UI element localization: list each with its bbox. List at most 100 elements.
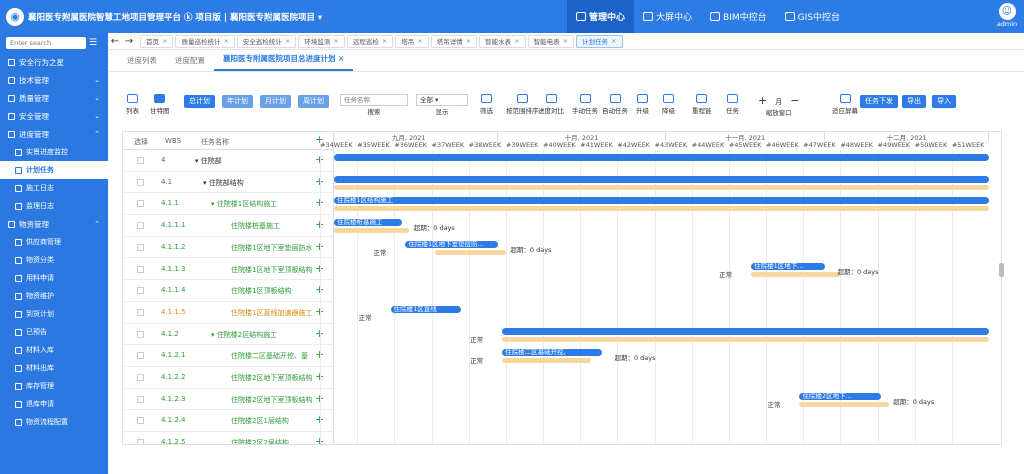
close-icon[interactable]: × [514, 37, 519, 45]
table-row[interactable]: 4.1.2.2住院楼2区地下室顶板结构+ [123, 367, 333, 389]
row-checkbox[interactable] [137, 352, 144, 360]
filter-button[interactable]: 筛选 [480, 94, 493, 115]
nav-management-center[interactable]: 管理中心 [567, 0, 635, 33]
total-plan-button[interactable]: 总计划 [184, 95, 215, 108]
task-bar[interactable] [502, 327, 989, 335]
row-checkbox[interactable] [137, 243, 144, 251]
auto-task-button[interactable]: 自动任务 [602, 94, 628, 115]
table-row[interactable]: 4.1.1.5住院楼1区直线加速器施工+ [123, 302, 333, 324]
row-checkbox[interactable] [137, 222, 144, 230]
week-plan-button[interactable]: 周计划 [298, 95, 329, 108]
upgrade-button[interactable]: 升级 [636, 94, 649, 115]
nav-screen-center[interactable]: 大屏中心 [634, 0, 701, 33]
sidebar-item[interactable]: 物资分类 [0, 251, 108, 269]
task-bar[interactable]: 住院楼1区地下... [751, 262, 826, 270]
close-icon[interactable]: × [333, 37, 338, 45]
downgrade-button[interactable]: 降级 [662, 94, 675, 115]
zoom-in-button[interactable]: + [758, 94, 767, 107]
table-row[interactable]: 4.1.2.4住院楼2区1层结构+ [123, 410, 333, 433]
row-checkbox[interactable] [137, 178, 144, 186]
sidebar-item[interactable]: 技术管理 ⌄ [0, 71, 108, 89]
tab-item[interactable]: 质量巡检统计 × [175, 34, 235, 48]
row-checkbox[interactable] [137, 330, 144, 338]
sidebar-item[interactable]: 库存管理 [0, 377, 108, 395]
tab-item[interactable]: 塔吊详情 × [430, 34, 478, 48]
table-row[interactable]: 4.1.2.3住院楼2区地下室顶板结构+ [123, 389, 333, 411]
tab-item[interactable]: 环境监测 × [298, 34, 345, 48]
tab-item[interactable]: 安全巡检统计 × [236, 34, 297, 48]
close-icon[interactable]: × [162, 37, 167, 45]
tab-item[interactable]: 智能水表 × [479, 34, 526, 48]
tab-item[interactable]: 计划任务 × [576, 34, 623, 48]
gantt-view-button[interactable]: 甘特图 [150, 94, 170, 115]
tab-item[interactable]: 首页 × [140, 34, 174, 48]
forward-arrow-icon[interactable]: → [122, 36, 136, 47]
task-bar[interactable] [334, 175, 989, 183]
table-row[interactable]: 4.1.1.2住院楼1区地下室垫层防水+ [123, 237, 333, 259]
sidebar-item[interactable]: 已预告 [0, 323, 108, 341]
back-arrow-icon[interactable]: ← [108, 36, 122, 47]
sidebar-item[interactable]: 监理日志 [0, 197, 108, 215]
close-icon[interactable]: × [223, 37, 228, 45]
sort-button[interactable]: 按范围排序 [506, 94, 539, 115]
table-row[interactable]: 4.1.1.3住院楼1区地下室顶板结构+ [123, 259, 333, 281]
task-name-cell[interactable]: 住院楼1区直线加速器施工 [231, 308, 312, 318]
dispatch-task-button[interactable]: 任务下发 [860, 95, 898, 108]
task-bar[interactable] [334, 154, 989, 161]
fit-screen-button[interactable]: 适应屏幕 [832, 94, 858, 115]
row-checkbox[interactable] [137, 287, 144, 295]
task-name-cell[interactable]: 住院楼2区地下室顶板结构 [231, 395, 312, 405]
task-name-cell[interactable]: 住院楼二区基础开挖、基 [231, 351, 308, 361]
sidebar-item[interactable]: 进度管理 ⌃ [0, 125, 108, 143]
task-name-cell[interactable]: ▾ 住院部 [195, 156, 222, 166]
close-icon[interactable]: × [563, 37, 568, 45]
row-checkbox[interactable] [137, 374, 144, 381]
task-name-cell[interactable]: 住院楼1区地下室顶板结构 [231, 265, 312, 275]
table-row[interactable]: 4.1.2▾ 住院楼2区结构施工+ [123, 324, 333, 346]
compare-button[interactable]: 进度对比 [538, 94, 564, 115]
sidebar-item[interactable]: 退库申请 [0, 395, 108, 413]
task-name-cell[interactable]: 住院楼1区顶板结构 [231, 286, 291, 296]
row-checkbox[interactable] [137, 395, 144, 403]
sidebar-item[interactable]: 施工日志 [0, 179, 108, 197]
sidebar-item[interactable]: 用料申请 [0, 269, 108, 287]
tab-master-schedule[interactable]: 襄阳医专附属医院项目总进度计划 × [214, 53, 354, 71]
sidebar-item[interactable]: 到货计划 [0, 305, 108, 323]
row-checkbox[interactable] [137, 200, 144, 208]
task-name-cell[interactable]: ▾ 住院部结构 [203, 178, 244, 188]
collapse-menu-icon[interactable]: ☰ [89, 38, 97, 48]
zoom-unit[interactable]: 月 [775, 98, 782, 106]
import-button[interactable]: 导入 [932, 95, 956, 108]
table-row[interactable]: 4.1.2.1住院楼二区基础开挖、基+ [123, 345, 333, 367]
task-bar[interactable]: 住院楼桩基施工 [334, 219, 402, 227]
sidebar-item[interactable]: 供应商管理 [0, 233, 108, 251]
display-select[interactable]: 全部 ▾ 显示 [416, 94, 468, 116]
app-title[interactable]: 襄阳医专附属医院智慧工地项目管理平台 ⓚ 项目版 | 襄阳医专附属医院项目 ▾ [28, 11, 322, 23]
table-row[interactable]: 4.1.1▾ 住院楼1区结构施工+ [123, 193, 333, 216]
task-bar[interactable]: 住院楼1区结构施工 [334, 197, 989, 205]
row-checkbox[interactable] [137, 439, 144, 444]
task-name-cell[interactable]: 住院楼2区2层结构 [231, 438, 289, 444]
gantt-scrollbar[interactable] [999, 263, 1004, 277]
task-name-cell[interactable]: 住院楼桩基施工 [231, 221, 280, 231]
tab-item[interactable]: 智能电表 × [527, 34, 575, 48]
close-icon[interactable]: × [382, 37, 387, 45]
table-row[interactable]: 4.1.1.4住院楼1区顶板结构+ [123, 280, 333, 302]
table-row[interactable]: 4.1▾ 住院部结构+ [123, 172, 333, 194]
tab-progress-list[interactable]: 进度列表 [118, 55, 166, 71]
tab-item[interactable]: 塔吊 × [395, 34, 429, 48]
row-checkbox[interactable] [137, 157, 144, 164]
table-row[interactable]: 4.1.2.5住院楼2区2层结构+ [123, 432, 333, 444]
close-icon[interactable]: × [417, 37, 422, 45]
task-name-cell[interactable]: 住院楼2区地下室顶板结构 [231, 373, 312, 383]
table-row[interactable]: 4.1.1.1住院楼桩基施工+ [123, 215, 333, 237]
sidebar-item[interactable]: 材料入库 [0, 341, 108, 359]
user-menu[interactable]: ☺ admin [995, 2, 1019, 28]
close-icon[interactable]: × [611, 37, 616, 45]
task-bar[interactable]: 住院楼1区地下室垫层防... [405, 240, 499, 248]
task-bar[interactable]: 住院楼1区直线 [390, 305, 462, 313]
year-plan-button[interactable]: 年计划 [222, 95, 253, 108]
sidebar-item[interactable]: 安全行为之星 [0, 53, 108, 71]
task-button[interactable]: 任务 [726, 94, 739, 115]
sidebar-item[interactable]: 质量管理 ⌄ [0, 89, 108, 107]
